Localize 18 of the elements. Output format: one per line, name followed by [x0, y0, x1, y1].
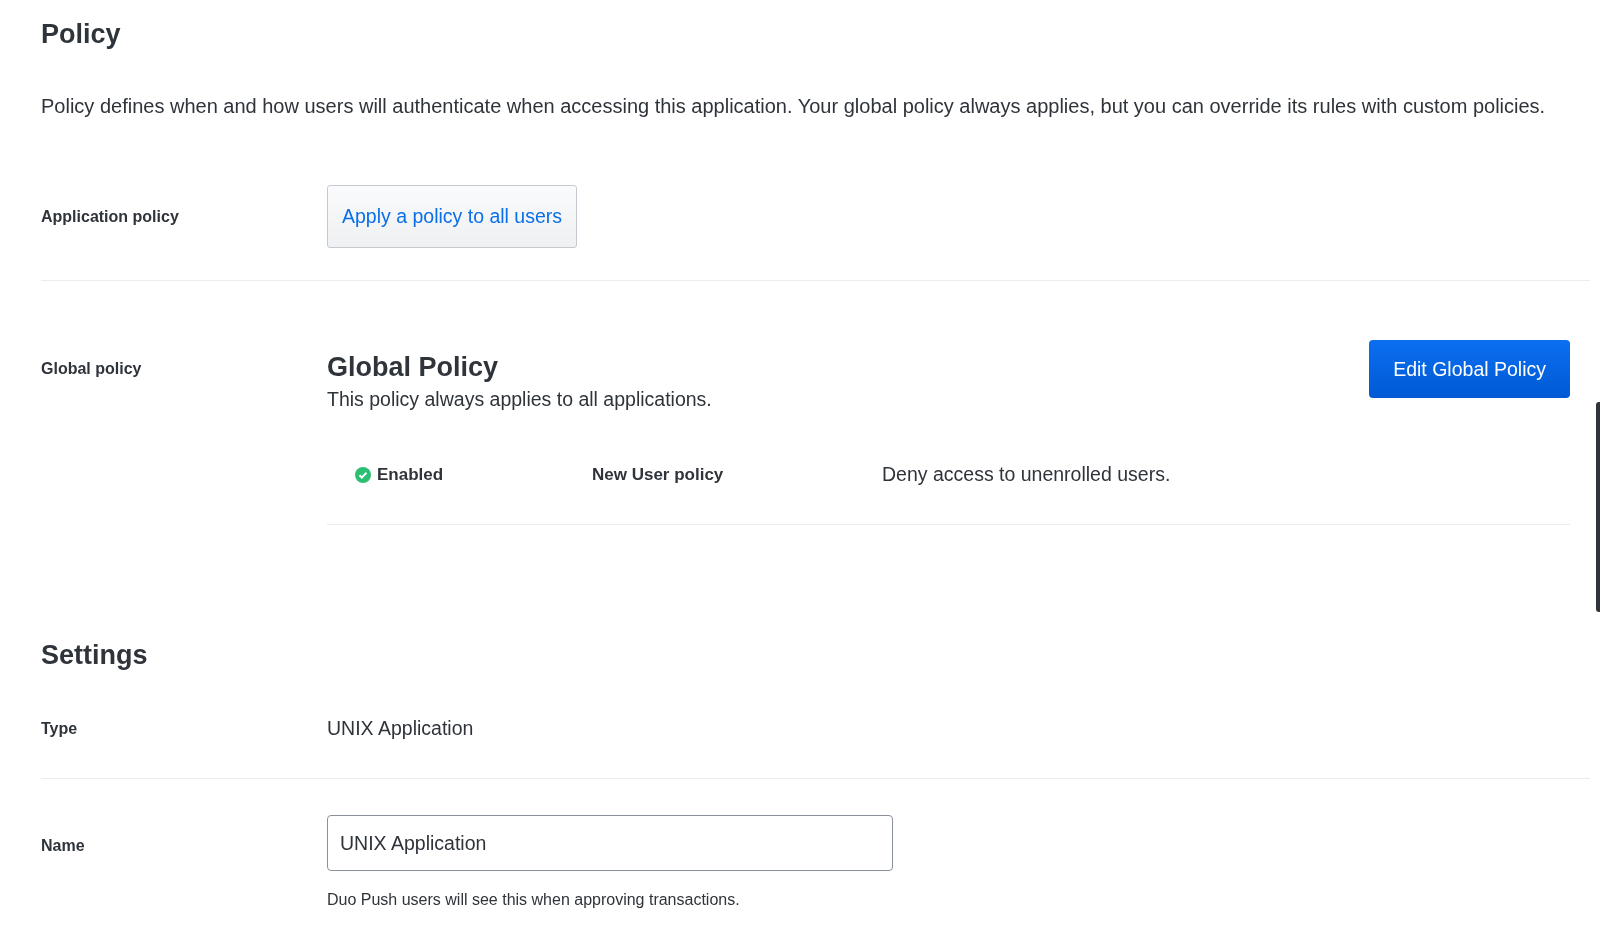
policy-subtitle: This policy always applies to all applications. — [327, 388, 712, 411]
scrollbar[interactable] — [1596, 402, 1600, 612]
policy-heading: Global Policy — [327, 351, 500, 384]
field-value: UNIX Application — [327, 717, 475, 740]
apply-policy-button[interactable]: Apply a policy to all users — [327, 185, 578, 248]
rule-value: Deny access to unenrolled users. — [882, 463, 1171, 486]
name-input-field[interactable]: UNIX Application — [327, 815, 893, 871]
help-text: Duo Push users will see this when approving transactions. — [327, 891, 741, 909]
field-label: Global policy — [41, 359, 143, 378]
status-label: Enabled — [377, 464, 444, 485]
field-label: Application policy — [41, 207, 180, 226]
field-label: Name — [41, 836, 86, 855]
section-title: Policy — [41, 18, 122, 51]
section-title: Settings — [41, 639, 149, 672]
field-label: Type — [41, 719, 79, 738]
rule-name: New User policy — [592, 464, 725, 485]
edit-global-policy-button[interactable]: Edit Global Policy — [1369, 340, 1570, 398]
policy-description: Policy defines when and how users will authenticate when accessing this application. Your global policy always applies, but you can override its rules with custom policies. — [41, 94, 1547, 118]
